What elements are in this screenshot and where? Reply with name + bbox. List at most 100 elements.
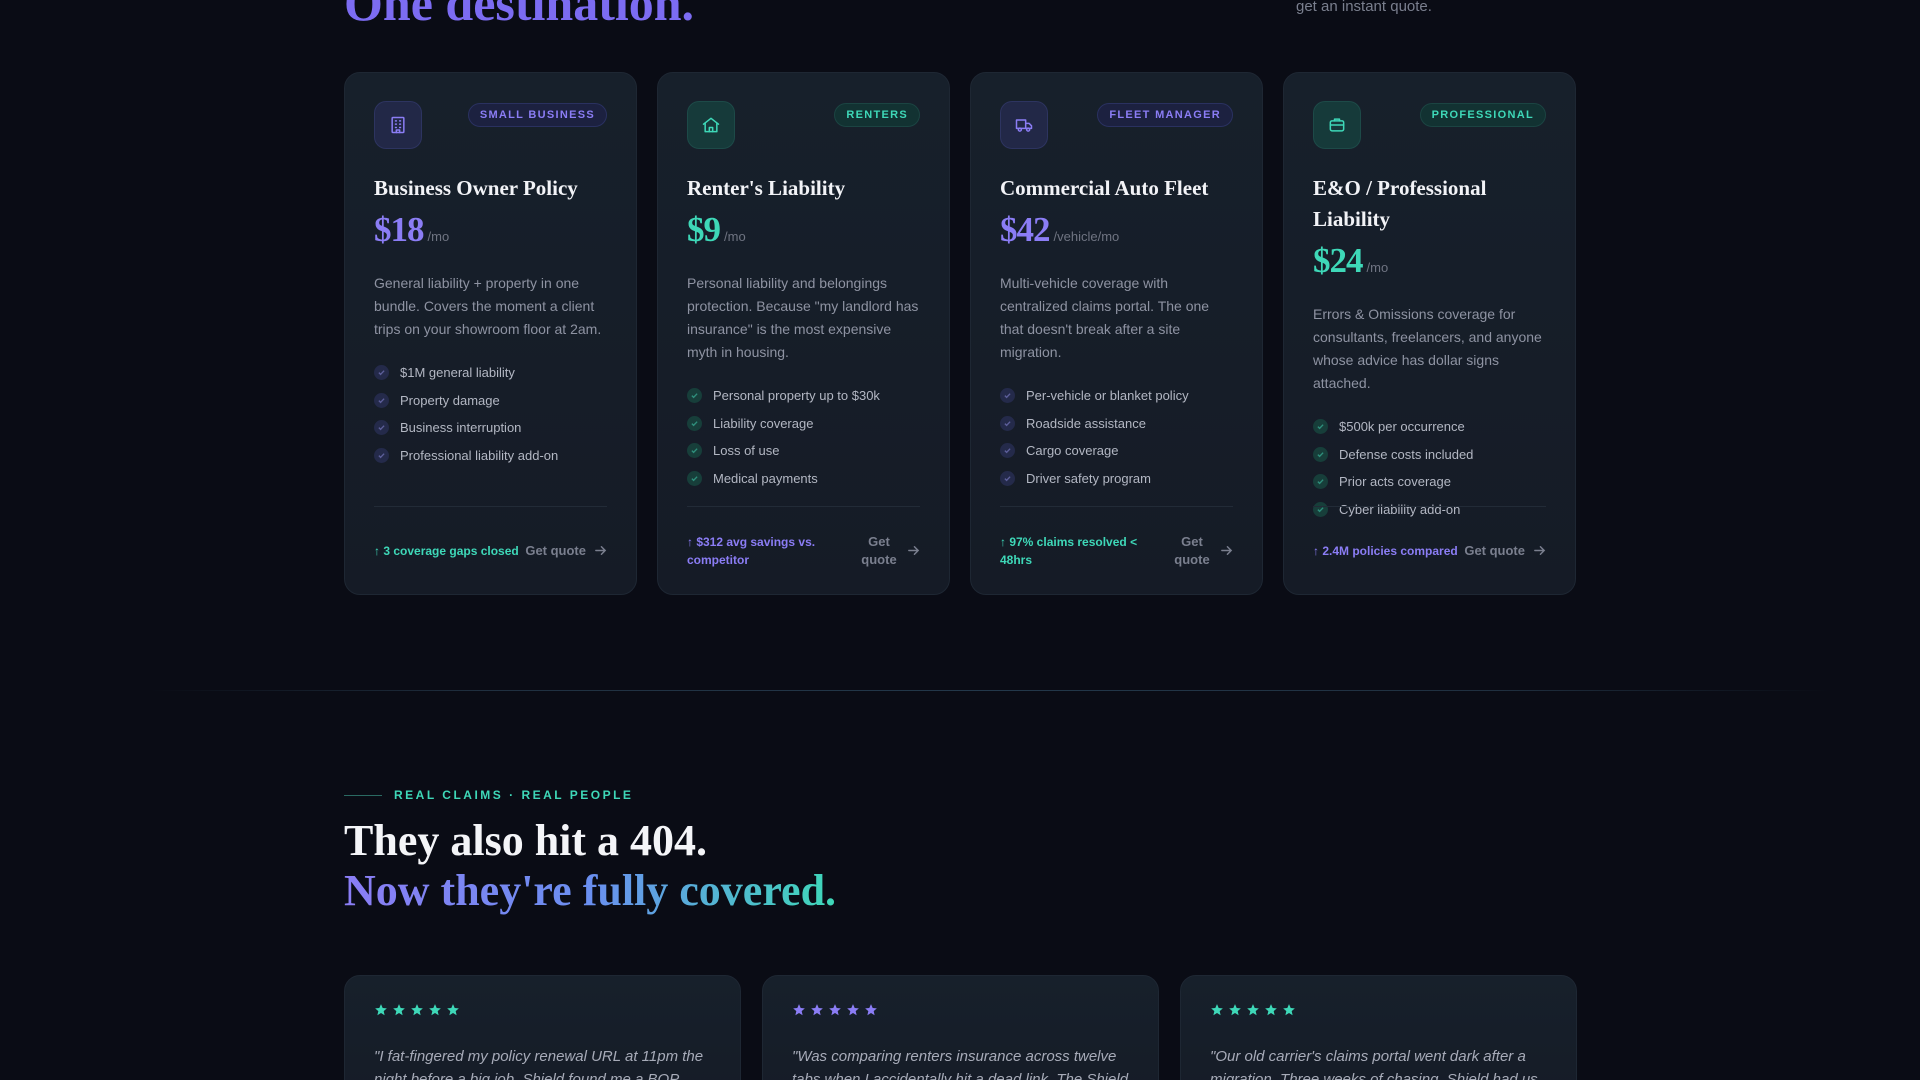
section-title-line2: Now they're fully covered. [344, 866, 837, 915]
page: One destination. get an instant quote. S… [0, 0, 1920, 1080]
card-title: E&O / Professional Liability [1313, 176, 1487, 231]
eyebrow-line [344, 794, 382, 796]
card-badge: SMALL BUSINESS [467, 103, 607, 127]
check-icon [1313, 474, 1328, 490]
star-icon [393, 1004, 405, 1016]
truck-icon [1000, 101, 1048, 149]
feature-item: $500k per occurrence [1313, 413, 1546, 441]
check-icon [1000, 443, 1015, 459]
star-icon [1211, 1004, 1223, 1016]
check-icon [687, 415, 702, 431]
card-title: Business Owner Policy [374, 176, 578, 200]
feature-item: Defense costs included [1313, 441, 1546, 469]
card-title: Renter's Liability [687, 176, 846, 200]
feature-item: Loss of use [687, 437, 920, 465]
card-stat: ↑ 97% claims resolved < 48hrs [1000, 534, 1138, 567]
arrow-right-icon [595, 546, 607, 555]
feature-item: Per-vehicle or blanket policy [1000, 382, 1233, 410]
check-icon [687, 443, 702, 459]
star-icon [793, 1004, 805, 1016]
testimonial-card: "Was comparing renters insurance across … [762, 975, 1159, 1080]
card-price-unit: /mo [1366, 260, 1389, 275]
check-icon [374, 365, 389, 381]
arrow-right-icon [1221, 546, 1233, 555]
get-quote-button[interactable]: Get quote [1172, 533, 1233, 569]
star-icon [811, 1004, 823, 1016]
star-icon [1265, 1004, 1277, 1016]
card-footer: ↑ $312 avg savings vs. competitor Get qu… [687, 506, 920, 594]
testimonial-text: "Our old carrier's claims portal went da… [1210, 1048, 1538, 1080]
check-icon [1000, 388, 1015, 404]
building-icon [374, 101, 422, 149]
arrow-right-icon [908, 546, 920, 555]
get-quote-button[interactable]: Get quote [525, 542, 607, 560]
feature-list: $1M general liability Property damage Bu… [374, 359, 607, 469]
card-footer: ↑ 3 coverage gaps closed Get quote [374, 506, 607, 594]
home-icon [687, 101, 735, 149]
feature-item: Business interruption [374, 414, 607, 442]
card-footer: ↑ 2.4M policies compared Get quote [1313, 506, 1546, 594]
card-description: Errors & Omissions coverage for consulta… [1313, 306, 1542, 391]
feature-item: $1M general liability [374, 359, 607, 387]
feature-item: Driver safety program [1000, 465, 1233, 493]
check-icon [374, 420, 389, 436]
pricing-card-fleet: FLEET MANAGER Commercial Auto Fleet $42 … [970, 72, 1263, 595]
get-quote-button[interactable]: Get quote [859, 533, 920, 569]
eyebrow-text: REAL CLAIMS · REAL PEOPLE [394, 788, 634, 802]
section-eyebrow: REAL CLAIMS · REAL PEOPLE [344, 788, 633, 802]
section-title: They also hit a 404. Now they're fully c… [344, 816, 836, 916]
card-price-unit: /vehicle/mo [1053, 229, 1120, 244]
star-icon [847, 1004, 859, 1016]
star-rating [792, 1003, 1129, 1019]
check-icon [1313, 419, 1328, 435]
card-stat: ↑ $312 avg savings vs. competitor [687, 534, 816, 567]
star-icon [829, 1004, 841, 1016]
card-badge: FLEET MANAGER [1097, 103, 1233, 127]
testimonial-text: "I fat-fingered my policy renewal URL at… [374, 1048, 704, 1080]
feature-item: Roadside assistance [1000, 410, 1233, 438]
star-icon [429, 1004, 441, 1016]
briefcase-icon [1313, 101, 1361, 149]
star-icon [1229, 1004, 1241, 1016]
feature-item: Prior acts coverage [1313, 468, 1546, 496]
feature-item: Liability coverage [687, 410, 920, 438]
card-title: Commercial Auto Fleet [1000, 176, 1209, 200]
star-icon [447, 1004, 459, 1016]
feature-item: Medical payments [687, 465, 920, 493]
testimonial-card: "I fat-fingered my policy renewal URL at… [344, 975, 741, 1080]
feature-item: Professional liability add-on [374, 442, 607, 470]
check-icon [374, 392, 389, 408]
feature-item: Personal property up to $30k [687, 382, 920, 410]
card-badge: PROFESSIONAL [1419, 103, 1546, 127]
star-icon [375, 1004, 387, 1016]
card-badge: RENTERS [834, 103, 920, 127]
card-price-unit: /mo [724, 229, 746, 244]
pricing-card-business-owner: SMALL BUSINESS Business Owner Policy $18… [344, 72, 637, 595]
check-icon [1000, 470, 1015, 486]
section-divider [150, 690, 1830, 691]
feature-list: Per-vehicle or blanket policy Roadside a… [1000, 382, 1233, 492]
get-quote-button[interactable]: Get quote [1464, 542, 1546, 560]
check-icon [1313, 446, 1328, 462]
card-price: $24 [1313, 241, 1363, 280]
card-price: $18 [374, 210, 424, 249]
feature-list: Personal property up to $30k Liability c… [687, 382, 920, 492]
star-rating [374, 1003, 711, 1019]
card-stat: ↑ 2.4M policies compared [1313, 543, 1458, 558]
testimonial-cards: "I fat-fingered my policy renewal URL at… [344, 975, 1577, 1080]
card-price: $9 [687, 210, 721, 249]
card-price-unit: /mo [427, 229, 450, 244]
testimonial-text: "Was comparing renters insurance across … [792, 1048, 1129, 1080]
testimonial-card: "Our old carrier's claims portal went da… [1180, 975, 1577, 1080]
star-icon [411, 1004, 423, 1016]
star-icon [1283, 1004, 1295, 1016]
check-icon [374, 447, 389, 463]
card-footer: ↑ 97% claims resolved < 48hrs Get quote [1000, 506, 1233, 594]
star-icon [865, 1004, 877, 1016]
pricing-card-professional: PROFESSIONAL E&O / Professional Liabilit… [1283, 72, 1576, 595]
hero-subtitle: get an instant quote. [1296, 0, 1432, 15]
feature-item: Property damage [374, 387, 607, 415]
arrow-right-icon [1534, 546, 1546, 555]
feature-item: Cargo coverage [1000, 437, 1233, 465]
section-title-line1: They also hit a 404. [344, 816, 708, 865]
